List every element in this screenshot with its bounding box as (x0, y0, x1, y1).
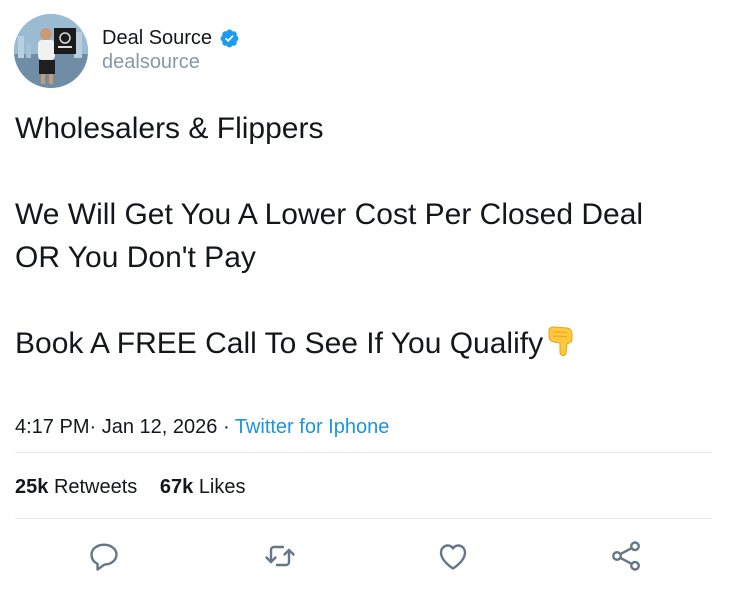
retweets-stat[interactable]: 25k Retweets (15, 476, 137, 498)
source-separator: · (222, 416, 230, 438)
like-icon[interactable] (435, 538, 471, 574)
tweet-meta: 4:17 PM· Jan 12, 2026 · Twitter for Ipho… (15, 416, 389, 439)
avatar[interactable] (14, 14, 88, 88)
tweet-line-3: OR You Don't Pay (15, 241, 256, 274)
tweet-line-2: We Will Get You A Lower Cost Per Closed … (15, 198, 644, 231)
user-names: Deal Source dealsource (102, 26, 240, 74)
retweets-label: Retweets (53, 476, 138, 498)
reply-icon[interactable] (86, 538, 122, 574)
tweet-text: Wholesalers & Flippers We Will Get You A… (15, 107, 720, 369)
tweet-line-1: Wholesalers & Flippers (15, 112, 324, 145)
tweet-date[interactable]: Jan 12, 2026 (102, 416, 218, 438)
likes-stat[interactable]: 67k Likes (160, 476, 246, 498)
tweet-stats: 25k Retweets 67k Likes (15, 476, 263, 499)
likes-label: Likes (198, 476, 246, 498)
display-name[interactable]: Deal Source (102, 27, 212, 50)
share-icon[interactable] (608, 538, 644, 574)
tweet-source-link[interactable]: Twitter for Iphone (235, 416, 390, 438)
date-separator: · (89, 416, 97, 438)
pointing-down-hand-icon (545, 323, 579, 369)
tweet-line-4: Book A FREE Call To See If You Qualify (15, 322, 720, 369)
likes-count: 67k (159, 476, 194, 498)
tweet-actions (0, 538, 729, 578)
user-handle[interactable]: dealsource (102, 51, 240, 74)
tweet-line-4-text: Book A FREE Call To See If You Qualify (15, 327, 544, 360)
retweet-icon[interactable] (262, 538, 298, 574)
display-name-row: Deal Source (102, 26, 240, 50)
tweet-header: Deal Source dealsource (14, 14, 714, 88)
divider (15, 518, 712, 519)
retweets-count: 25k (15, 476, 49, 498)
tweet-time[interactable]: 4:17 PM (15, 416, 89, 438)
verified-badge-icon (219, 28, 240, 49)
divider (15, 452, 712, 453)
